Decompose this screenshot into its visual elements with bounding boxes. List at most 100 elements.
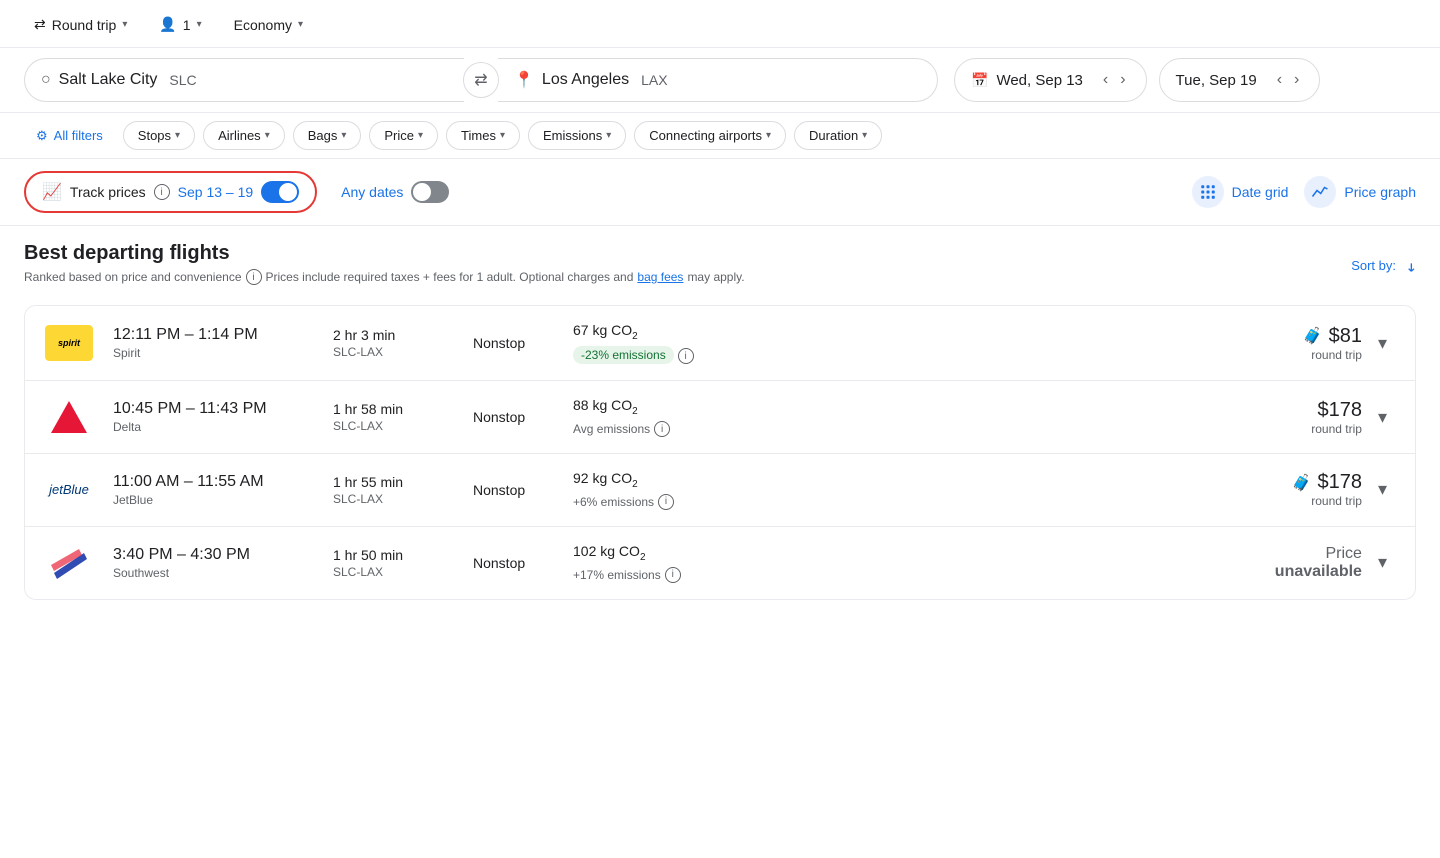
jetblue-expand-button[interactable]: ▾ <box>1370 475 1395 504</box>
trip-type-label: Round trip <box>52 17 117 33</box>
duration-label: Duration <box>809 128 858 143</box>
southwest-expand-button[interactable]: ▾ <box>1370 548 1395 577</box>
bag-fees-link[interactable]: bag fees <box>637 270 683 284</box>
sort-by-button[interactable]: Sort by: <box>1351 258 1416 274</box>
flight-row[interactable]: 10:45 PM – 11:43 PM Delta 1 hr 58 min SL… <box>25 381 1415 454</box>
delta-stops: Nonstop <box>473 409 553 425</box>
emissions-filter-button[interactable]: Emissions ▾ <box>528 121 626 150</box>
jetblue-baggage-icon: 🧳 <box>1292 473 1312 493</box>
southwest-time-range: 3:40 PM – 4:30 PM <box>113 546 313 564</box>
delta-price-label: round trip <box>1242 422 1362 436</box>
section-subtitle: Ranked based on price and convenience i … <box>24 269 745 285</box>
any-dates-label[interactable]: Any dates <box>341 184 403 200</box>
stops-label: Stops <box>138 128 171 143</box>
jetblue-emissions: 92 kg CO2 +6% emissions i <box>573 470 753 510</box>
southwest-airline-name: Southwest <box>113 566 313 580</box>
duration-filter-button[interactable]: Duration ▾ <box>794 121 882 150</box>
return-date-field[interactable]: Tue, Sep 19 ‹ › <box>1159 58 1321 102</box>
flight-row[interactable]: spirit 12:11 PM – 1:14 PM Spirit 2 hr 3 … <box>25 306 1415 381</box>
subtitle-info-icon[interactable]: i <box>246 269 262 285</box>
depart-date-field[interactable]: 📅 Wed, Sep 13 ‹ › <box>954 58 1147 102</box>
delta-price: $178 round trip <box>1242 399 1362 436</box>
delta-price-amount: $178 <box>1242 399 1362 422</box>
flight-row[interactable]: 3:40 PM – 4:30 PM Southwest 1 hr 50 min … <box>25 527 1415 599</box>
spirit-logo-text: spirit <box>58 338 80 348</box>
cabin-class-button[interactable]: Economy ▾ <box>224 11 313 39</box>
spirit-time-range: 12:11 PM – 1:14 PM <box>113 326 313 344</box>
flight-duration-jetblue: 1 hr 55 min SLC-LAX <box>333 474 453 506</box>
duration-chevron: ▾ <box>862 130 867 141</box>
return-date-nav: ‹ › <box>1273 69 1304 91</box>
cabin-class-label: Economy <box>234 17 292 33</box>
flight-duration-southwest: 1 hr 50 min SLC-LAX <box>333 547 453 579</box>
main-content: Best departing flights Ranked based on p… <box>0 226 1440 616</box>
destination-field[interactable]: 📍 Los Angeles LAX <box>498 58 938 102</box>
delta-emissions-info[interactable]: i <box>654 421 670 437</box>
delta-expand-button[interactable]: ▾ <box>1370 403 1395 432</box>
jetblue-price-row: 🧳 $178 <box>1242 471 1362 494</box>
spirit-expand-button[interactable]: ▾ <box>1370 329 1395 358</box>
track-prices-toggle[interactable] <box>261 181 299 203</box>
price-filter-button[interactable]: Price ▾ <box>369 121 438 150</box>
passengers-chevron: ▾ <box>197 19 202 30</box>
section-title: Best departing flights <box>24 242 745 265</box>
filter-sliders-icon: ⚙ <box>36 128 48 144</box>
jetblue-emissions-info[interactable]: i <box>658 494 674 510</box>
depart-next-button[interactable]: › <box>1116 69 1129 91</box>
bags-chevron: ▾ <box>341 130 346 141</box>
date-grid-button[interactable]: Date grid <box>1192 176 1289 208</box>
passengers-button[interactable]: 👤 1 ▾ <box>149 10 211 39</box>
flight-duration-delta: 1 hr 58 min SLC-LAX <box>333 401 453 433</box>
round-trip-icon: ⇄ <box>34 16 46 33</box>
emissions-chevron: ▾ <box>606 130 611 141</box>
destination-code: LAX <box>641 72 667 88</box>
calendar-icon: 📅 <box>971 72 988 89</box>
jetblue-logo-text: jetBlue <box>49 482 89 497</box>
track-prices-box[interactable]: 📈 Track prices i Sep 13 – 19 <box>24 171 317 213</box>
spirit-emissions-amount: 67 kg CO2 <box>573 322 753 342</box>
origin-field[interactable]: ○ Salt Lake City SLC <box>24 58 464 102</box>
connecting-airports-filter-button[interactable]: Connecting airports ▾ <box>634 121 786 150</box>
swap-button[interactable]: ⇄ <box>463 62 499 98</box>
flight-times-southwest: 3:40 PM – 4:30 PM Southwest <box>113 546 313 580</box>
airlines-label: Airlines <box>218 128 261 143</box>
track-prices-info-icon[interactable]: i <box>154 184 170 200</box>
return-next-button[interactable]: › <box>1290 69 1303 91</box>
any-dates-toggle[interactable] <box>411 181 449 203</box>
jetblue-price-amount: $178 <box>1317 471 1362 494</box>
price-graph-button[interactable]: Price graph <box>1304 176 1416 208</box>
search-bar: ○ Salt Lake City SLC ⇄ 📍 Los Angeles LAX… <box>0 48 1440 113</box>
southwest-logo-icon <box>49 545 89 581</box>
spirit-emissions-info[interactable]: i <box>678 348 694 364</box>
jetblue-route: SLC-LAX <box>333 492 453 506</box>
trip-type-button[interactable]: ⇄ Round trip ▾ <box>24 10 137 39</box>
southwest-emissions-info[interactable]: i <box>665 567 681 583</box>
flight-row[interactable]: jetBlue 11:00 AM – 11:55 AM JetBlue 1 hr… <box>25 454 1415 527</box>
times-filter-button[interactable]: Times ▾ <box>446 121 520 150</box>
bags-filter-button[interactable]: Bags ▾ <box>293 121 362 150</box>
airlines-filter-button[interactable]: Airlines ▾ <box>203 121 285 150</box>
bags-label: Bags <box>308 128 338 143</box>
actions-bar: 📈 Track prices i Sep 13 – 19 Any dates D… <box>0 159 1440 226</box>
track-prices-icon: 📈 <box>42 182 62 202</box>
flight-times-spirit: 12:11 PM – 1:14 PM Spirit <box>113 326 313 360</box>
spirit-price: 🧳 $81 round trip <box>1242 325 1362 362</box>
all-filters-label: All filters <box>54 128 103 143</box>
spirit-price-label: round trip <box>1242 348 1362 362</box>
origin-icon: ○ <box>41 71 51 89</box>
flight-times-jetblue: 11:00 AM – 11:55 AM JetBlue <box>113 473 313 507</box>
jetblue-stops: Nonstop <box>473 482 553 498</box>
track-prices-dates: Sep 13 – 19 <box>178 184 254 200</box>
stops-filter-button[interactable]: Stops ▾ <box>123 121 195 150</box>
times-chevron: ▾ <box>500 130 505 141</box>
flights-list: spirit 12:11 PM – 1:14 PM Spirit 2 hr 3 … <box>24 305 1416 600</box>
destination-city: Los Angeles <box>542 71 629 89</box>
southwest-price: Price unavailable <box>1242 545 1362 581</box>
stops-chevron: ▾ <box>175 130 180 141</box>
trip-type-chevron: ▾ <box>122 19 127 30</box>
depart-prev-button[interactable]: ‹ <box>1099 69 1112 91</box>
return-prev-button[interactable]: ‹ <box>1273 69 1286 91</box>
cabin-class-chevron: ▾ <box>298 19 303 30</box>
spirit-route: SLC-LAX <box>333 345 453 359</box>
all-filters-button[interactable]: ⚙ All filters <box>24 122 115 150</box>
